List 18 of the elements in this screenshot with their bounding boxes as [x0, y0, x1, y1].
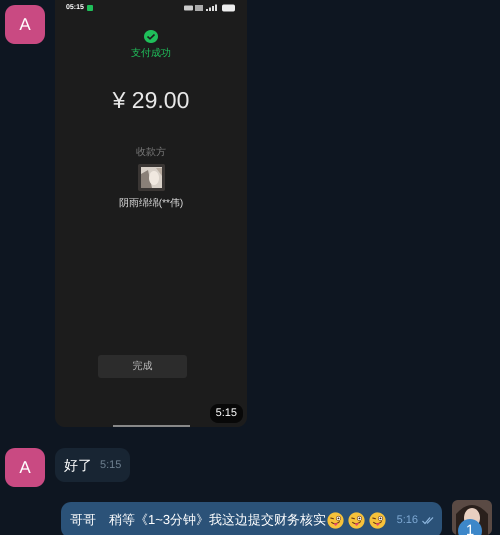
- message-text: 哥哥 稍等《1~3分钟》我这边提交财务核实: [70, 511, 326, 530]
- winking-face-icon: [327, 512, 344, 528]
- status-icons-drawing: [184, 4, 236, 12]
- chat-icon: [86, 5, 93, 12]
- success-check-icon: [144, 30, 158, 42]
- winking-face-icon: [348, 512, 366, 528]
- avatar[interactable]: A: [5, 5, 45, 44]
- message-time: 5:15: [210, 404, 243, 423]
- message-time: 5:15: [100, 458, 122, 473]
- winking-face-icon: [369, 512, 386, 528]
- payment-status: 支付成功: [131, 46, 171, 60]
- payment-amount: ¥ 29.00: [112, 86, 190, 114]
- payee-name: 阴雨绵绵(**伟): [118, 197, 184, 211]
- avatar[interactable]: A: [5, 448, 45, 487]
- message-time: 5:16: [396, 512, 418, 528]
- done-button[interactable]: 完成: [98, 355, 187, 378]
- message-text: 好了: [64, 456, 92, 474]
- payee-label: 收款方: [136, 146, 166, 160]
